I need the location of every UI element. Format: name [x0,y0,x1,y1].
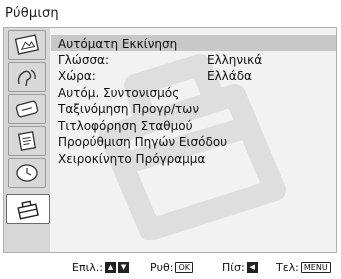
features-icon [17,131,37,151]
menu-key-icon: MENU [300,262,331,273]
tab-setup[interactable] [6,194,50,224]
setup-toolbox-icon [17,200,39,220]
picture-icon [14,34,40,55]
sound-icon [17,69,36,87]
footer-set-hint: Ρυθ: OK [150,261,193,274]
footer-hints: Επιλ.: ▲ ▼ Ρυθ: OK Πίσ: ◀ Τελ: MENU [0,259,341,277]
footer-exit-hint: Τελ: MENU [276,261,331,274]
sidebar [4,28,50,252]
menu-item-av-preset[interactable]: Προρύθμιση Πηγών Εισόδου [58,135,227,149]
arrow-up-icon: ▲ [105,262,117,273]
menu-item-auto-tuning[interactable]: Αυτόμ. Συντονισμός [58,86,179,100]
footer-back-hint: Πίσ: ◀ [222,261,258,274]
country-value: Ελλάδα [207,69,252,83]
set-label: Ρυθ: [150,261,174,274]
screen-icon [15,100,39,118]
menu-item-auto-start[interactable]: Αυτόματη Εκκίνηση [58,37,177,51]
arrow-down-icon: ▼ [118,262,130,273]
tv-menu-screen: Ρύθμιση Αυτόματη Εκκίνηση Γλώσσα: Ελληνι… [0,0,341,279]
tab-sound[interactable] [8,62,46,92]
select-label: Επιλ.: [72,261,104,274]
footer-select-hint: Επιλ.: ▲ ▼ [72,261,130,274]
ok-key-icon: OK [175,262,193,273]
back-label: Πίσ: [222,261,245,274]
tab-picture[interactable] [8,30,46,60]
tab-features[interactable] [8,126,46,156]
language-value: Ελληνικά [207,53,263,67]
menu-item-manual-programme[interactable]: Χειροκίνητο Πρόγραμμα [58,152,205,166]
page-title: Ρύθμιση [5,6,59,21]
arrow-left-icon: ◀ [246,262,258,273]
menu-item-station-label[interactable]: Τιτλοφόρηση Σταθμού [58,119,193,133]
menu-item-country[interactable]: Χώρα: [58,69,96,83]
menu-item-programme-sorting[interactable]: Ταξινόμηση Προγρ/των [58,102,199,116]
exit-label: Τελ: [276,261,299,274]
clock-icon [16,164,38,182]
tab-clock[interactable] [8,158,46,188]
menu-item-language[interactable]: Γλώσσα: [58,53,109,67]
tab-screen[interactable] [8,94,46,124]
